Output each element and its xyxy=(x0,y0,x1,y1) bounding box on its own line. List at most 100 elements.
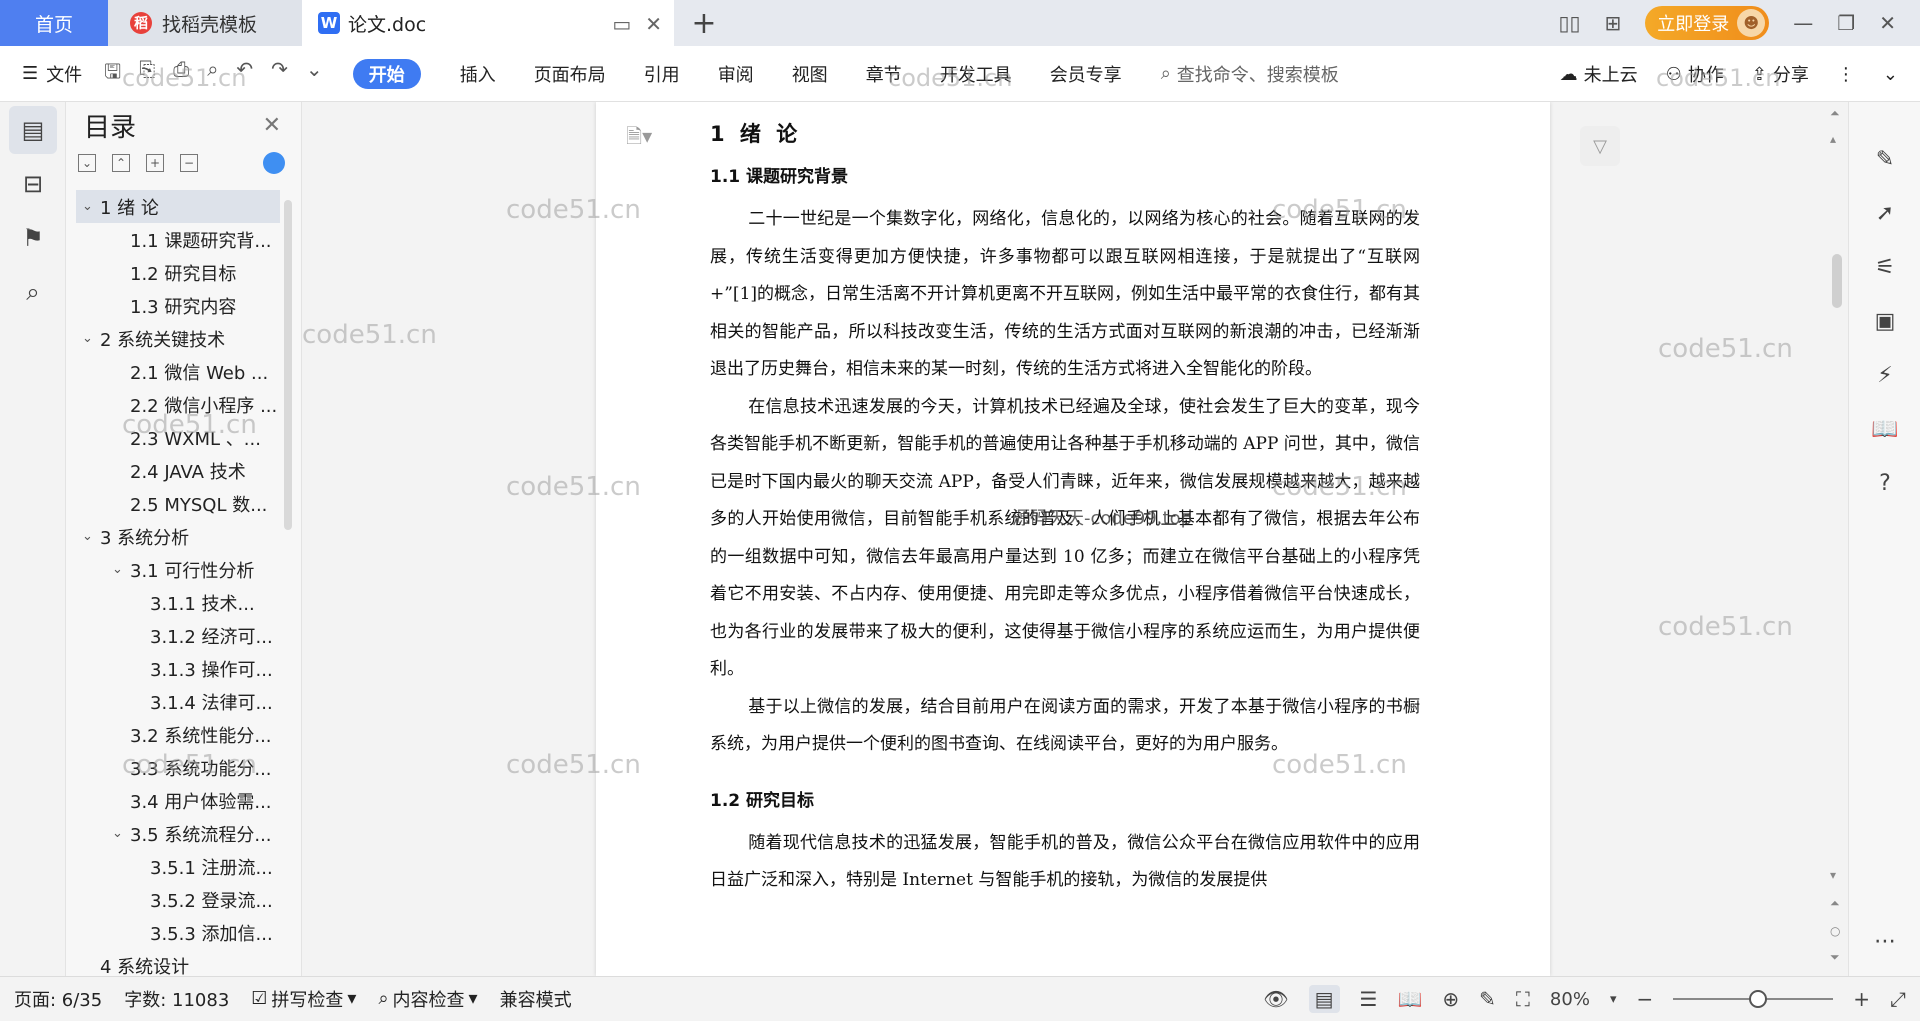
word-count[interactable]: 字数: 11083 xyxy=(124,986,229,1012)
scroll-thumb[interactable] xyxy=(1832,254,1842,308)
ai-assistant-icon[interactable] xyxy=(263,152,285,174)
close-icon[interactable]: ✕ xyxy=(263,113,281,138)
reading-view-icon[interactable]: 📖 xyxy=(1397,987,1422,1011)
document-page[interactable]: 🗎▾ 1 绪 论 1.1 课题研究背景 二十一世纪是一个集数字化，网络化，信息化… xyxy=(596,102,1550,976)
content-check-button[interactable]: ⌕ 内容检查 ▾ xyxy=(378,986,477,1012)
export-icon[interactable]: ⎘ xyxy=(139,57,155,91)
menu-developer[interactable]: 开发工具 xyxy=(921,61,1031,87)
toc-scrollbar[interactable] xyxy=(284,200,292,530)
toc-item[interactable]: 2.5 MYSQL 数... xyxy=(76,487,280,520)
toc-item[interactable]: 4 系统设计 xyxy=(76,949,280,977)
save-icon[interactable]: 🖫 xyxy=(104,57,121,91)
toc-item[interactable]: ⌄ 3.5 系统流程分... xyxy=(76,817,280,850)
print-preview-icon[interactable]: ⌕ xyxy=(207,57,218,91)
prev-page-icon[interactable]: ⏶ xyxy=(1830,896,1840,911)
cloud-status-button[interactable]: ☁ 未上云 xyxy=(1560,61,1638,87)
print-icon[interactable]: ⎙ xyxy=(173,57,189,91)
expand-up-icon[interactable]: ⌃ xyxy=(112,154,130,172)
zoom-out-icon[interactable]: − xyxy=(1636,987,1653,1011)
chevron-down-icon[interactable]: ⌄ xyxy=(82,199,100,214)
toc-item[interactable]: 3.1.4 法律可... xyxy=(76,685,280,718)
zoom-slider-knob[interactable] xyxy=(1749,990,1768,1008)
navigation-icon[interactable]: ⊟ xyxy=(9,160,57,208)
menu-page-layout[interactable]: 页面布局 xyxy=(515,61,625,87)
select-pointer-icon[interactable]: ➚ xyxy=(1849,186,1920,240)
new-tab-button[interactable]: + xyxy=(674,0,734,46)
menu-review[interactable]: 审阅 xyxy=(699,61,773,87)
page-select-icon[interactable]: ○ xyxy=(1830,924,1840,938)
ai-flash-icon[interactable]: ⚡ xyxy=(1849,348,1920,402)
more-horizontal-icon[interactable]: ⋯ xyxy=(1849,914,1920,968)
tab-home[interactable]: 首页 xyxy=(0,0,108,46)
menu-view[interactable]: 视图 xyxy=(773,61,847,87)
outline-view-icon[interactable]: ☰ xyxy=(1360,987,1378,1011)
image-tool-icon[interactable]: ▣ xyxy=(1849,294,1920,348)
collapse-all-icon[interactable]: ⌄ xyxy=(78,154,96,172)
chevron-down-icon[interactable]: ⌄ xyxy=(82,529,100,544)
toc-item[interactable]: 1.3 研究内容 xyxy=(76,289,280,322)
minimize-icon[interactable]: — xyxy=(1793,11,1813,35)
collapse-ribbon-icon[interactable]: ⌄ xyxy=(1883,64,1898,85)
zoom-slider[interactable] xyxy=(1673,990,1834,1008)
fit-page-icon[interactable]: ⛶ xyxy=(1516,987,1530,1011)
eye-protect-icon[interactable]: 👁 xyxy=(1263,987,1288,1011)
more-dropdown-icon[interactable]: ⌄ xyxy=(306,57,323,91)
zoom-level[interactable]: 80% xyxy=(1550,989,1590,1010)
toc-item[interactable]: 3.4 用户体验需... xyxy=(76,784,280,817)
undo-icon[interactable]: ↶ xyxy=(236,57,253,91)
toc-item[interactable]: 2.3 WXML 、... xyxy=(76,421,280,454)
toc-item[interactable]: 3.1.1 技术... xyxy=(76,586,280,619)
restore-icon[interactable]: ❐ xyxy=(1837,11,1855,35)
add-level-icon[interactable]: + xyxy=(146,154,164,172)
toc-item[interactable]: 3.5.3 添加信... xyxy=(76,916,280,949)
pen-icon[interactable]: ✎ xyxy=(1849,132,1920,186)
toc-item[interactable]: ⌄ 3.1 可行性分析 xyxy=(76,553,280,586)
collab-button[interactable]: ⚇ 协作 xyxy=(1666,61,1724,87)
toc-item[interactable]: 3.1.2 经济可... xyxy=(76,619,280,652)
toc-item[interactable]: ⌄ 2 系统关键技术 xyxy=(76,322,280,355)
menu-insert[interactable]: 插入 xyxy=(441,61,515,87)
toc-item[interactable]: 3.2 系统性能分... xyxy=(76,718,280,751)
share-button[interactable]: ⇪ 分享 xyxy=(1752,61,1809,87)
find-icon[interactable]: ⌕ xyxy=(9,268,57,316)
menu-chapter[interactable]: 章节 xyxy=(847,61,921,87)
toc-item[interactable]: 2.4 JAVA 技术 xyxy=(76,454,280,487)
command-search[interactable]: ⌕ 查找命令、搜索模板 xyxy=(1161,61,1339,87)
close-tab-icon[interactable]: ✕ xyxy=(645,12,662,36)
page-view-icon[interactable]: ▤ xyxy=(1308,985,1340,1013)
write-view-icon[interactable]: ✎ xyxy=(1479,987,1496,1011)
next-page-icon[interactable]: ⏷ xyxy=(1830,950,1840,965)
chevron-down-icon[interactable]: ⌄ xyxy=(112,826,130,841)
menu-member[interactable]: 会员专享 xyxy=(1031,61,1141,87)
grid-apps-icon[interactable]: ⊞ xyxy=(1605,11,1622,35)
scroll-up-icon[interactable]: ▴ xyxy=(1830,132,1836,146)
zoom-dropdown-icon[interactable]: ▾ xyxy=(1610,992,1617,1007)
close-window-icon[interactable]: ✕ xyxy=(1879,11,1896,35)
tab-document[interactable]: W 论文.doc ▭ ✕ xyxy=(302,0,674,46)
chevron-down-icon[interactable]: ⌄ xyxy=(112,562,130,577)
format-filter-icon[interactable]: ▽ xyxy=(1580,126,1620,166)
fullscreen-icon[interactable]: ⤢ xyxy=(1890,987,1906,1011)
page-count[interactable]: 页面: 6/35 xyxy=(14,986,102,1012)
toc-item[interactable]: 3.5.2 登录流... xyxy=(76,883,280,916)
menu-references[interactable]: 引用 xyxy=(625,61,699,87)
vertical-scrollbar[interactable]: ⏶ ▴ ▾ ⏶ ○ ⏷ xyxy=(1826,102,1848,976)
redo-icon[interactable]: ↷ xyxy=(271,57,288,91)
toc-item[interactable]: 2.1 微信 Web ... xyxy=(76,355,280,388)
float-window-icon[interactable]: ▭ xyxy=(612,12,631,36)
toc-item[interactable]: ⌄ 1 绪 论 xyxy=(76,190,280,223)
web-view-icon[interactable]: ⊕ xyxy=(1442,987,1459,1011)
toc-panel-icon[interactable]: ▤ xyxy=(9,106,57,154)
toc-item[interactable]: ⌄ 3 系统分析 xyxy=(76,520,280,553)
toc-item[interactable]: 3.1.3 操作可... xyxy=(76,652,280,685)
file-menu-button[interactable]: ☰ 文件 xyxy=(22,61,82,87)
zoom-in-icon[interactable]: + xyxy=(1853,987,1870,1011)
sliders-icon[interactable]: ⚟ xyxy=(1849,240,1920,294)
tab-template[interactable]: 稻 找稻壳模板 xyxy=(108,0,302,46)
reading-mode-icon[interactable]: ▯▯ xyxy=(1559,11,1581,35)
remove-level-icon[interactable]: − xyxy=(180,154,198,172)
toc-item[interactable]: 2.2 微信小程序 ... xyxy=(76,388,280,421)
chevron-down-icon[interactable]: ⌄ xyxy=(82,331,100,346)
toc-item[interactable]: 1.1 课题研究背... xyxy=(76,223,280,256)
toc-item[interactable]: 3.3 系统功能分... xyxy=(76,751,280,784)
